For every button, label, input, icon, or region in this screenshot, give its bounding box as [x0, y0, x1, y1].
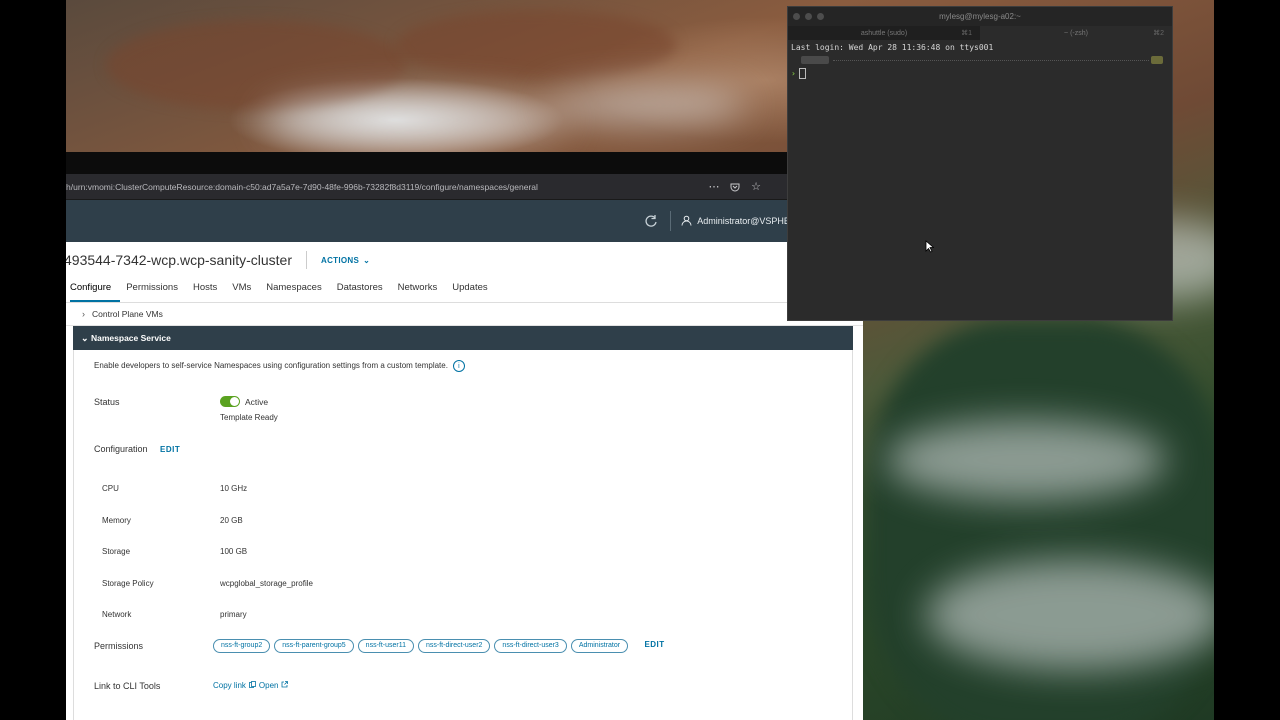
tab-bar: Configure Permissions Hosts VMs Namespac… [66, 278, 863, 303]
permission-chip[interactable]: nss-ft-direct-user3 [494, 639, 567, 653]
config-value-storage: 100 GB [220, 547, 248, 556]
terminal-tab-label: ashuttle (sudo) [860, 29, 908, 37]
open-link[interactable]: Open [259, 681, 279, 690]
refresh-icon[interactable] [642, 212, 660, 230]
description: Enable developers to self-service Namesp… [94, 360, 465, 372]
tab-datastores[interactable]: Datastores [337, 278, 392, 302]
browser-titlebar [66, 152, 863, 174]
tab-vms[interactable]: VMs [232, 278, 260, 302]
control-plane-label: Control Plane VMs [92, 309, 163, 319]
user-icon [681, 215, 692, 228]
terminal-window: mylesg@mylesg-a02:~ ashuttle (sudo) ⌘1 ~… [787, 6, 1173, 321]
permissions-edit-button[interactable]: EDIT [644, 640, 664, 649]
more-icon[interactable]: ⋯ [708, 181, 720, 193]
tab-namespaces[interactable]: Namespaces [266, 278, 330, 302]
status-control: Active [220, 396, 268, 407]
terminal-title: mylesg@mylesg-a02:~ [939, 12, 1021, 21]
copy-icon[interactable] [249, 681, 256, 690]
status-sub: Template Ready [220, 413, 278, 422]
config-label-cpu: CPU [102, 484, 119, 493]
configuration-label: Configuration [94, 444, 148, 454]
namespace-service-panel: Enable developers to self-service Namesp… [73, 350, 853, 720]
terminal-tab[interactable]: ashuttle (sudo) ⌘1 [788, 26, 980, 40]
copy-link[interactable]: Copy link [213, 681, 246, 690]
browser-window: h/urn:vmomi:ClusterComputeResource:domai… [66, 152, 863, 720]
url-text[interactable]: h/urn:vmomi:ClusterComputeResource:domai… [66, 182, 708, 192]
permissions-label: Permissions [94, 641, 144, 651]
tab-permissions[interactable]: Permissions [126, 278, 187, 302]
vsphere-header: Administrator@VSPHERE.LOCAL ⌄ [66, 200, 863, 242]
chevron-right-icon: › [82, 309, 85, 319]
page-title: 493544-7342-wcp.wcp-sanity-cluster [66, 252, 292, 268]
input-line[interactable]: › [791, 68, 1169, 79]
prompt-caret-icon: › [791, 69, 796, 78]
tab-hosts[interactable]: Hosts [193, 278, 226, 302]
terminal-titlebar[interactable]: mylesg@mylesg-a02:~ [788, 7, 1172, 26]
status-toggle[interactable] [220, 396, 240, 407]
status-label: Status [94, 397, 120, 407]
permission-chip[interactable]: nss-ft-group2 [213, 639, 271, 653]
title-divider [306, 251, 307, 269]
config-value-cpu: 10 GHz [220, 484, 248, 493]
config-value-network: primary [220, 610, 247, 619]
address-bar[interactable]: h/urn:vmomi:ClusterComputeResource:domai… [66, 174, 863, 200]
prompt-divider [833, 60, 1149, 61]
tab-networks[interactable]: Networks [398, 278, 447, 302]
config-label-network: Network [102, 610, 132, 619]
control-plane-section-header[interactable]: › Control Plane VMs [66, 303, 863, 326]
info-icon[interactable]: i [452, 360, 465, 372]
external-link-icon[interactable] [281, 681, 289, 690]
permissions-chip-list: nss-ft-group2 nss-ft-parent-group5 nss-ft-… [213, 639, 665, 653]
chevron-down-icon: ⌄ [81, 332, 89, 343]
permission-chip[interactable]: nss-ft-direct-user2 [418, 639, 491, 653]
config-label-storage: Storage [102, 547, 131, 556]
terminal-body[interactable]: Last login: Wed Apr 28 11:36:48 on ttys0… [788, 40, 1172, 82]
config-value-storage-policy: wcpglobal_storage_profile [220, 579, 313, 588]
terminal-tab-shortcut: ⌘2 [1153, 30, 1164, 37]
terminal-tab[interactable]: ~ (-zsh) ⌘2 [980, 26, 1172, 40]
config-label-storage-policy: Storage Policy [102, 579, 154, 588]
object-title-row: 493544-7342-wcp.wcp-sanity-cluster ACTIO… [66, 242, 863, 278]
actions-label: ACTIONS [321, 255, 360, 265]
prompt-bar [791, 56, 1169, 64]
text-cursor [798, 68, 806, 79]
config-label-memory: Memory [102, 516, 131, 525]
prompt-status-segment [1151, 56, 1163, 64]
bookmark-star-icon[interactable]: ☆ [750, 181, 762, 193]
mouse-pointer-icon [925, 240, 935, 258]
tab-updates[interactable]: Updates [452, 278, 496, 302]
terminal-tab-label: ~ (-zsh) [1064, 29, 1088, 37]
permission-chip[interactable]: nss-ft-user11 [357, 639, 415, 653]
chevron-down-icon: ⌄ [363, 255, 371, 265]
configuration-edit-button[interactable]: EDIT [160, 445, 180, 454]
cli-tools-label: Link to CLI Tools [94, 681, 161, 691]
terminal-tab-shortcut: ⌘1 [961, 30, 972, 37]
permission-chip[interactable]: Administrator [570, 639, 629, 653]
prompt-segment [801, 56, 829, 64]
last-login-line: Last login: Wed Apr 28 11:36:48 on ttys0… [791, 43, 994, 52]
actions-button[interactable]: ACTIONS ⌄ [321, 256, 370, 265]
tab-configure[interactable]: Configure [70, 278, 121, 302]
status-value: Active [245, 396, 269, 407]
terminal-tab-bar: ashuttle (sudo) ⌘1 ~ (-zsh) ⌘2 [788, 26, 1172, 40]
namespace-service-label: Namespace Service [91, 333, 171, 343]
namespace-service-header[interactable]: ⌄ Namespace Service [73, 326, 853, 350]
permission-chip[interactable]: nss-ft-parent-group5 [274, 639, 354, 653]
config-value-memory: 20 GB [220, 516, 243, 525]
pocket-icon[interactable] [729, 181, 741, 193]
description-text: Enable developers to self-service Namesp… [94, 361, 448, 371]
cli-tools-links: Copy link Open [213, 681, 289, 690]
